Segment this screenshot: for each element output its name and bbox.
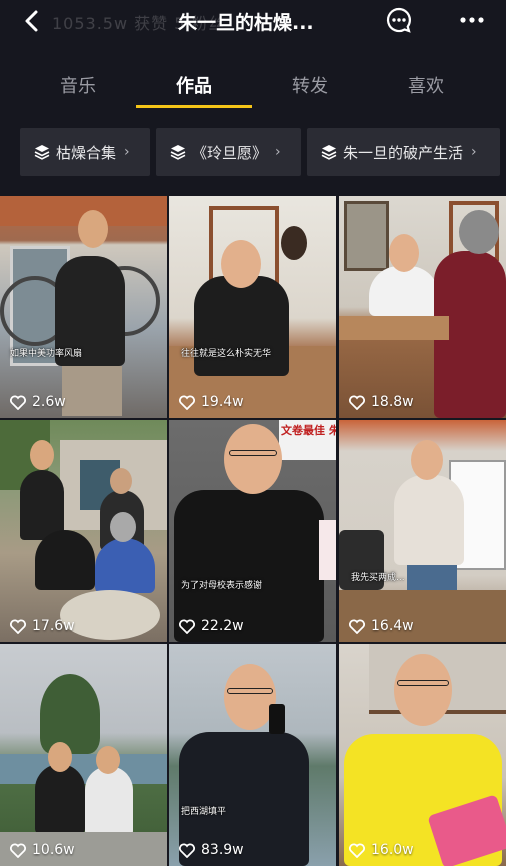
collection-chip-ling-dan-yuan[interactable]: 《玲旦愿》 › <box>156 128 301 176</box>
like-count-value: 10.6w <box>32 842 75 858</box>
like-count-value: 16.0w <box>371 842 414 858</box>
collection-label: 《玲旦愿》 <box>192 143 268 162</box>
video-thumbnail[interactable]: 文卷最佳 朱一 为了对母校表示感谢 22.2w <box>169 420 336 642</box>
tab-music[interactable]: 音乐 <box>20 60 136 108</box>
stack-icon <box>170 145 186 160</box>
heart-icon <box>179 395 195 410</box>
like-count: 83.9w <box>179 842 244 858</box>
video-thumbnail[interactable]: 我先买两成... 16.4w <box>339 420 506 642</box>
stack-icon <box>321 145 337 160</box>
like-count-value: 17.6w <box>32 618 75 634</box>
video-thumbnail[interactable]: 18.8w <box>339 196 506 418</box>
heart-icon <box>179 843 195 858</box>
heart-icon <box>349 843 365 858</box>
like-count-value: 22.2w <box>201 618 244 634</box>
like-count-value: 2.6w <box>32 394 66 410</box>
like-count-value: 83.9w <box>201 842 244 858</box>
heart-icon <box>10 619 26 634</box>
video-caption: 如果中美功率风扇 <box>10 349 83 359</box>
chevron-right-icon: › <box>124 144 130 160</box>
heart-icon <box>349 395 365 410</box>
video-thumbnail[interactable]: 10.6w <box>0 644 167 866</box>
heart-icon <box>349 619 365 634</box>
collection-chips: 枯燥合集 › 《玲旦愿》 › 朱一旦的破产生活 › <box>0 128 506 176</box>
video-caption: 为了对母校表示感谢 <box>181 581 263 591</box>
heart-icon <box>179 619 195 634</box>
heart-icon <box>10 395 26 410</box>
heart-icon <box>10 843 26 858</box>
tab-reposts[interactable]: 转发 <box>252 60 368 108</box>
video-thumbnail[interactable]: 往往就是这么朴实无华 19.4w <box>169 196 336 418</box>
collection-chip-dull-collection[interactable]: 枯燥合集 › <box>20 128 150 176</box>
like-count-value: 18.8w <box>371 394 414 410</box>
like-count: 22.2w <box>179 618 244 634</box>
page-title: 朱一旦的枯燥... <box>178 12 314 34</box>
collection-label: 枯燥合集 <box>56 143 117 162</box>
chevron-right-icon: › <box>471 144 477 160</box>
like-count: 16.4w <box>349 618 414 634</box>
chevron-right-icon: › <box>275 144 281 160</box>
sign-text: 文卷最佳 朱一 <box>281 424 336 437</box>
like-count: 19.4w <box>179 394 244 410</box>
video-thumbnail[interactable]: 如果中美功率风扇 2.6w <box>0 196 167 418</box>
video-thumbnail[interactable]: 把西湖填平 83.9w <box>169 644 336 866</box>
stack-icon <box>34 145 50 160</box>
like-count: 17.6w <box>10 618 75 634</box>
more-icon[interactable] <box>457 6 487 34</box>
collection-label: 朱一旦的破产生活 <box>343 143 464 162</box>
like-count: 18.8w <box>349 394 414 410</box>
collection-chip-bankrupt-life[interactable]: 朱一旦的破产生活 › <box>307 128 500 176</box>
tab-works[interactable]: 作品 <box>136 60 252 108</box>
video-caption: 把西湖填平 <box>181 807 227 817</box>
like-count-value: 16.4w <box>371 618 414 634</box>
tab-likes[interactable]: 喜欢 <box>368 60 484 108</box>
video-thumbnail[interactable]: 16.0w <box>339 644 506 866</box>
video-caption: 往往就是这么朴实无华 <box>181 349 272 359</box>
top-bar: 1053.5w 获赞 5 粉丝 朱一旦的枯燥... <box>0 0 506 44</box>
message-icon[interactable] <box>385 6 413 34</box>
video-caption: 我先买两成... <box>351 573 405 583</box>
content-tabs: 音乐 作品 转发 喜欢 <box>0 60 506 108</box>
video-thumbnail[interactable]: 17.6w <box>0 420 167 642</box>
like-count: 16.0w <box>349 842 414 858</box>
like-count-value: 19.4w <box>201 394 244 410</box>
like-count: 2.6w <box>10 394 66 410</box>
back-arrow-icon[interactable] <box>18 8 48 34</box>
like-count: 10.6w <box>10 842 75 858</box>
